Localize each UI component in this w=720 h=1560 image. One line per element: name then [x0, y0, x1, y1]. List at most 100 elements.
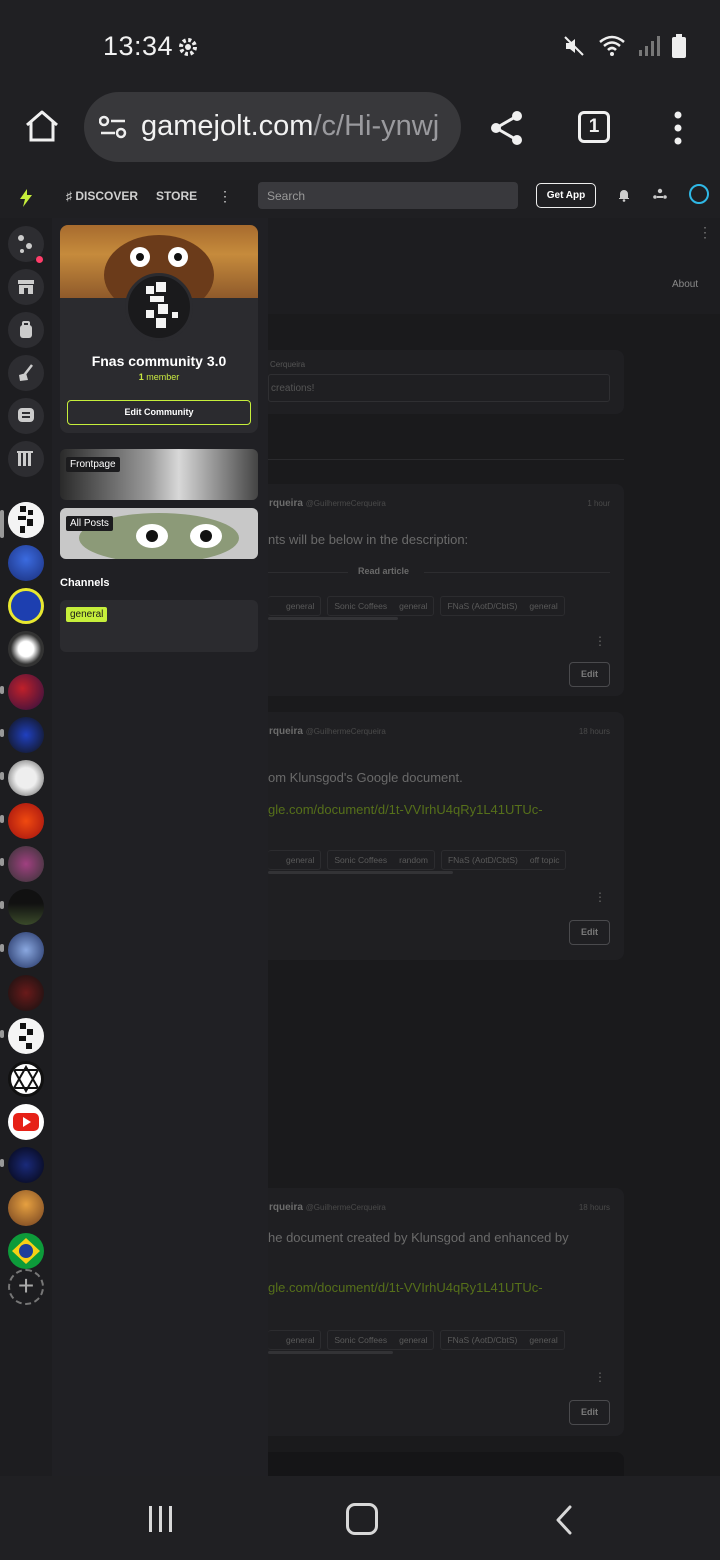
- recent-apps-icon[interactable]: [147, 1506, 175, 1532]
- tags-scrollbar[interactable]: [268, 617, 398, 620]
- chat-icon[interactable]: [8, 398, 44, 434]
- post-tag[interactable]: FNaS (AotD/CbtS) off topic: [440, 850, 567, 870]
- post-author[interactable]: rqueira @GuilhermeCerqueira: [269, 726, 386, 737]
- post-author[interactable]: rqueira @GuilhermeCerqueira: [269, 498, 386, 509]
- add-community-button[interactable]: +: [8, 1269, 44, 1305]
- user-avatar[interactable]: [689, 184, 709, 204]
- post-link[interactable]: gle.com/document/d/1t-VVIrhU4qRy1L41UTUc…: [268, 1280, 543, 1295]
- post-tag[interactable]: Sonic Coffees general: [327, 1330, 435, 1350]
- post-tag[interactable]: Sonic Coffees random: [327, 850, 435, 870]
- site-settings-icon[interactable]: [99, 115, 127, 139]
- edit-community-button[interactable]: Edit Community: [67, 400, 251, 425]
- community-avatar-16[interactable]: [8, 1190, 44, 1226]
- composer-author: Cerqueira: [270, 360, 306, 369]
- post-tag[interactable]: Sonic Coffees general: [327, 596, 435, 616]
- tags-scrollbar[interactable]: [268, 871, 453, 874]
- unread-marker: [0, 772, 4, 780]
- read-article-button[interactable]: Read article: [358, 566, 409, 576]
- post-options-icon[interactable]: ⋮: [594, 634, 606, 648]
- signal-icon: [639, 36, 660, 56]
- post-options-icon[interactable]: ⋮: [594, 890, 606, 904]
- gamejolt-logo-icon[interactable]: [18, 189, 34, 207]
- community-avatar-11[interactable]: [8, 975, 44, 1011]
- community-name: Fnas community 3.0: [91, 353, 227, 369]
- composer-input[interactable]: creations!: [268, 374, 610, 402]
- post-author[interactable]: rqueira @GuilhermeCerqueira: [269, 1202, 386, 1213]
- community-avatar-12[interactable]: [8, 1018, 44, 1054]
- activity-feed-icon[interactable]: [8, 226, 44, 263]
- main-content: ⋮ About Cerqueira creations! rqueira @Gu…: [268, 218, 720, 1476]
- mute-icon: [564, 36, 584, 56]
- get-app-button[interactable]: Get App: [536, 183, 596, 208]
- library-icon[interactable]: [8, 441, 44, 477]
- youtube-community-icon[interactable]: [8, 1104, 44, 1140]
- friends-icon[interactable]: [652, 188, 668, 202]
- community-avatar-9[interactable]: [8, 889, 44, 925]
- share-icon[interactable]: [488, 109, 526, 147]
- url-text[interactable]: gamejolt.com/c/Hi-ynwj: [141, 110, 446, 143]
- back-icon[interactable]: [555, 1505, 573, 1535]
- post-composer: Cerqueira creations!: [268, 350, 624, 414]
- more-vertical-icon[interactable]: [668, 110, 688, 146]
- nav-more-icon[interactable]: ⋮: [218, 188, 232, 205]
- broom-icon[interactable]: [8, 355, 44, 391]
- post-time: 1 hour: [587, 499, 610, 508]
- community-options-icon[interactable]: ⋮: [698, 224, 712, 241]
- unread-marker: [0, 944, 4, 952]
- unread-marker: [0, 858, 4, 866]
- community-avatar-10[interactable]: [8, 932, 44, 968]
- post-time: 18 hours: [578, 727, 610, 736]
- edit-post-button[interactable]: Edit: [569, 662, 610, 687]
- post-link[interactable]: gle.com/document/d/1t-VVIrhU4qRy1L41UTUc…: [268, 802, 543, 817]
- community-avatar-4[interactable]: [8, 674, 44, 710]
- backpack-icon[interactable]: [8, 312, 44, 348]
- edit-post-button[interactable]: Edit: [569, 1400, 610, 1425]
- all-posts-card[interactable]: All Posts: [60, 508, 258, 559]
- post-card: rqueira @GuilhermeCerqueira 18 hours he …: [268, 1188, 624, 1436]
- unread-marker: [0, 1030, 4, 1038]
- store-icon[interactable]: [8, 269, 44, 305]
- post-tag[interactable]: FNaS (AotD/CbtS) general: [440, 596, 565, 616]
- settings-gear-icon: [179, 38, 197, 56]
- post-tag[interactable]: general: [268, 596, 322, 616]
- community-avatar-15[interactable]: [8, 1147, 44, 1183]
- home-nav-button[interactable]: [346, 1503, 378, 1535]
- community-avatar-8[interactable]: [8, 846, 44, 882]
- community-card: Fnas community 3.0 1 member Edit Communi…: [60, 225, 258, 433]
- post-tag[interactable]: general: [268, 1330, 322, 1350]
- community-avatar-6[interactable]: [8, 760, 44, 796]
- brazil-community-icon[interactable]: [8, 1233, 44, 1269]
- post-text: nts will be below in the description:: [268, 532, 469, 547]
- site-header: ♯ DISCOVER STORE ⋮ Search Get App: [0, 180, 720, 218]
- home-icon[interactable]: [24, 108, 60, 144]
- post-tags: general Sonic Coffees general FNaS (AotD/…: [268, 596, 565, 616]
- wifi-icon: [599, 35, 625, 56]
- post-tag[interactable]: FNaS (AotD/CbtS) general: [440, 1330, 565, 1350]
- edit-post-button[interactable]: Edit: [569, 920, 610, 945]
- left-rail: +: [0, 218, 52, 1476]
- post-tag[interactable]: general: [268, 850, 322, 870]
- community-avatar-sonic-coffees[interactable]: [8, 588, 44, 624]
- address-bar[interactable]: gamejolt.com/c/Hi-ynwj: [84, 92, 461, 162]
- frontpage-label: Frontpage: [66, 457, 120, 472]
- community-avatar-fnas[interactable]: [8, 502, 44, 538]
- community-avatar-5[interactable]: [8, 717, 44, 753]
- divider: [268, 459, 624, 460]
- community-avatar-sonic[interactable]: [8, 545, 44, 581]
- post-time: 18 hours: [578, 1203, 610, 1212]
- nav-discover[interactable]: ♯ DISCOVER: [66, 189, 138, 203]
- notifications-bell-icon[interactable]: [617, 188, 631, 202]
- browser-toolbar: gamejolt.com/c/Hi-ynwj 1: [0, 92, 720, 180]
- community-avatar-13[interactable]: [8, 1061, 44, 1097]
- tab-switcher-button[interactable]: 1: [578, 111, 610, 143]
- tags-scrollbar[interactable]: [268, 1351, 393, 1354]
- frontpage-card[interactable]: Frontpage: [60, 449, 258, 500]
- search-input[interactable]: Search: [258, 182, 518, 209]
- community-avatar-3[interactable]: [8, 631, 44, 667]
- about-tab[interactable]: About: [672, 279, 698, 290]
- channel-general[interactable]: general: [66, 607, 108, 622]
- nav-store[interactable]: STORE: [156, 189, 197, 203]
- community-avatar-7[interactable]: [8, 803, 44, 839]
- unread-marker: [0, 1159, 4, 1167]
- post-options-icon[interactable]: ⋮: [594, 1370, 606, 1384]
